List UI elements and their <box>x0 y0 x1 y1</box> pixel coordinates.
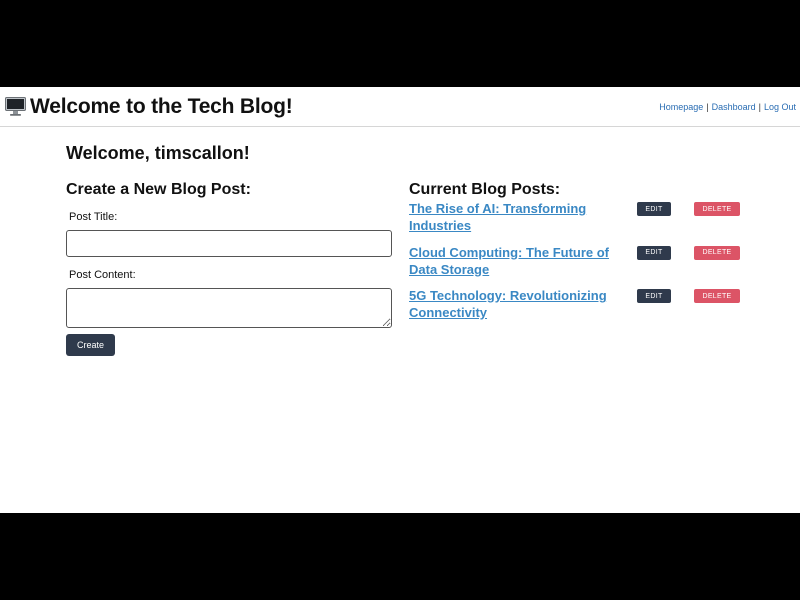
post-item: The Rise of AI: Transforming Industries … <box>409 200 749 244</box>
letterbox-top <box>0 0 800 87</box>
site-header: Welcome to the Tech Blog! Homepage | Das… <box>0 87 800 127</box>
post-content-label: Post Content: <box>69 269 136 281</box>
create-button[interactable]: Create <box>66 334 116 356</box>
nav-separator: | <box>706 101 709 112</box>
nav-separator: | <box>758 101 761 112</box>
brand: Welcome to the Tech Blog! <box>5 95 293 119</box>
nav-logout-link[interactable]: Log Out <box>764 102 796 112</box>
post-title-label: Post Title: <box>69 211 118 223</box>
delete-button[interactable]: DELETE <box>694 245 740 260</box>
edit-button[interactable]: EDIT <box>637 202 671 216</box>
post-content-textarea[interactable] <box>66 288 392 328</box>
nav-homepage-link[interactable]: Homepage <box>659 102 703 112</box>
current-posts-section: Current Blog Posts: The Rise of AI: Tran… <box>409 181 749 331</box>
desktop-computer-icon <box>5 97 26 116</box>
edit-button[interactable]: EDIT <box>637 245 671 260</box>
post-item: Cloud Computing: The Future of Data Stor… <box>409 244 749 288</box>
create-post-heading: Create a New Blog Post: <box>66 181 251 198</box>
post-title-link[interactable]: The Rise of AI: Transforming Industries <box>409 200 619 234</box>
create-post-form: Create a New Blog Post: Post Title: Post… <box>66 181 393 356</box>
nav-dashboard-link[interactable]: Dashboard <box>712 102 756 112</box>
posts-list: The Rise of AI: Transforming Industries … <box>409 200 749 331</box>
delete-button[interactable]: DELETE <box>694 289 740 303</box>
site-title: Welcome to the Tech Blog! <box>30 94 293 118</box>
post-title-link[interactable]: Cloud Computing: The Future of Data Stor… <box>409 244 619 278</box>
page-viewport: Welcome to the Tech Blog! Homepage | Das… <box>0 87 800 513</box>
top-nav: Homepage | Dashboard | Log Out <box>659 102 796 112</box>
post-item: 5G Technology: Revolutionizing Connectiv… <box>409 287 749 331</box>
welcome-heading: Welcome, timscallon! <box>66 143 250 163</box>
current-posts-heading: Current Blog Posts: <box>409 181 561 198</box>
post-title-input[interactable] <box>66 230 392 257</box>
post-title-link[interactable]: 5G Technology: Revolutionizing Connectiv… <box>409 287 619 321</box>
edit-button[interactable]: EDIT <box>637 289 671 303</box>
delete-button[interactable]: DELETE <box>694 202 740 216</box>
letterbox-bottom <box>0 513 800 600</box>
